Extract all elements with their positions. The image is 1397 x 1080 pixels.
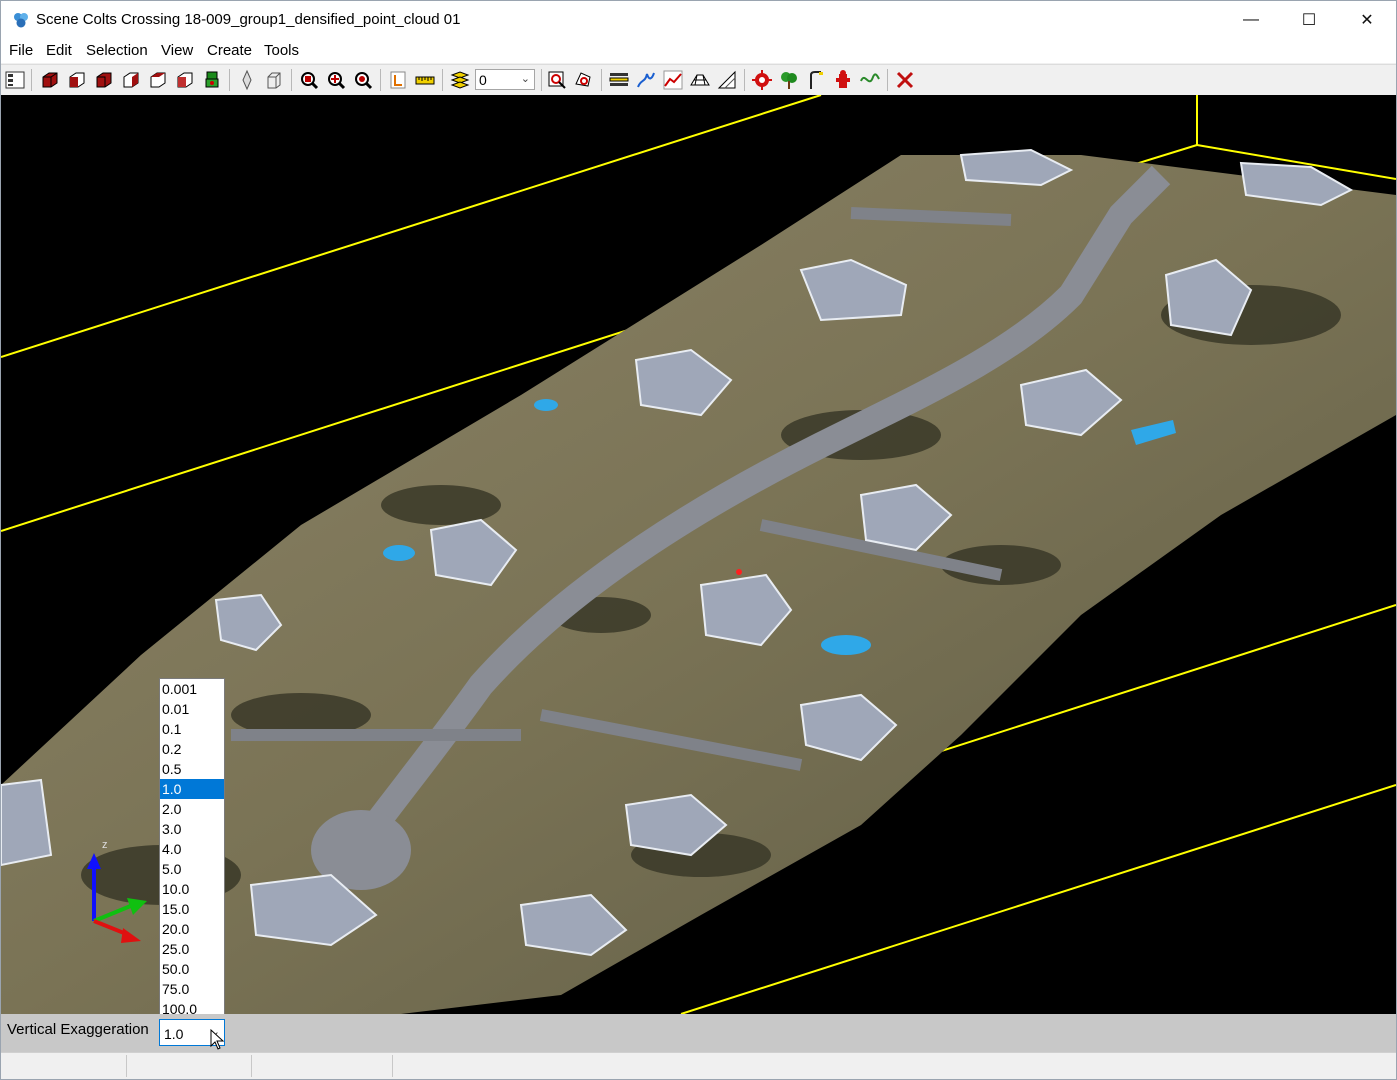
menu-view[interactable]: View	[161, 42, 193, 59]
mouse-cursor-icon	[210, 1029, 225, 1050]
robot-view-icon[interactable]	[201, 69, 223, 91]
exaggeration-option[interactable]: 75.0	[160, 979, 224, 999]
zoom-extents-icon[interactable]	[325, 69, 347, 91]
vertical-exaggeration-label: Vertical Exaggeration	[7, 1021, 149, 1038]
exaggeration-option[interactable]: 0.1	[160, 719, 224, 739]
axis-z-label: z	[102, 839, 108, 851]
menu-bar: File Edit Selection View Create Tools	[1, 39, 1396, 63]
measure-point-icon[interactable]	[387, 69, 409, 91]
view-top-icon[interactable]	[39, 69, 61, 91]
cross-section-icon[interactable]	[662, 69, 684, 91]
toolbar: 0 ⌄	[1, 64, 1396, 96]
exaggeration-option[interactable]: 0.5	[160, 759, 224, 779]
menu-selection[interactable]: Selection	[86, 42, 148, 59]
select-window-icon[interactable]	[546, 69, 568, 91]
status-pane	[1, 1055, 127, 1077]
scene-tree-icon[interactable]	[4, 69, 26, 91]
exaggeration-option[interactable]: 0.01	[160, 699, 224, 719]
exaggeration-option[interactable]: 0.001	[160, 679, 224, 699]
exaggeration-option[interactable]: 4.0	[160, 839, 224, 859]
slope-icon[interactable]	[716, 69, 738, 91]
menu-tools[interactable]: Tools	[264, 42, 299, 59]
line-icon[interactable]	[859, 69, 881, 91]
zoom-target-icon[interactable]	[352, 69, 374, 91]
exaggeration-option[interactable]: 50.0	[160, 959, 224, 979]
tree-icon[interactable]	[778, 69, 800, 91]
target-icon[interactable]	[751, 69, 773, 91]
menu-create[interactable]: Create	[207, 42, 252, 59]
layer-combo[interactable]: 0 ⌄	[475, 69, 535, 90]
exaggeration-option[interactable]: 5.0	[160, 859, 224, 879]
contour-icon[interactable]	[635, 69, 657, 91]
select-polygon-icon[interactable]	[573, 69, 595, 91]
window-title: Scene Colts Crossing 18-009_group1_densi…	[36, 11, 461, 28]
exaggeration-option[interactable]: 20.0	[160, 919, 224, 939]
exaggeration-option[interactable]: 2.0	[160, 799, 224, 819]
zoom-window-icon[interactable]	[298, 69, 320, 91]
pole-icon[interactable]	[805, 69, 827, 91]
minimize-button[interactable]: —	[1222, 1, 1280, 39]
layers-icon[interactable]	[449, 69, 471, 91]
pan-icon[interactable]	[263, 69, 285, 91]
menu-edit[interactable]: Edit	[46, 42, 72, 59]
exaggeration-option[interactable]: 3.0	[160, 819, 224, 839]
menu-file[interactable]: File	[9, 42, 33, 59]
measure-ruler-icon[interactable]	[414, 69, 436, 91]
exaggeration-option[interactable]: 10.0	[160, 879, 224, 899]
orbit-icon[interactable]	[236, 69, 258, 91]
view-left-icon[interactable]	[147, 69, 169, 91]
maximize-button[interactable]: ☐	[1280, 1, 1338, 39]
app-window: Scene Colts Crossing 18-009_group1_densi…	[0, 0, 1397, 1080]
close-button[interactable]: ✕	[1338, 1, 1396, 39]
view-back-icon[interactable]	[120, 69, 142, 91]
exaggeration-option[interactable]: 15.0	[160, 899, 224, 919]
status-pane	[127, 1055, 252, 1077]
status-bar	[1, 1052, 1396, 1079]
exaggeration-option[interactable]: 25.0	[160, 939, 224, 959]
view-iso-icon[interactable]	[174, 69, 196, 91]
status-pane	[252, 1055, 393, 1077]
view-right-icon[interactable]	[93, 69, 115, 91]
app-icon	[14, 13, 28, 28]
marker	[736, 569, 742, 575]
hydrant-icon[interactable]	[832, 69, 854, 91]
delete-icon[interactable]	[894, 69, 916, 91]
view-front-icon[interactable]	[66, 69, 88, 91]
exaggeration-option[interactable]: 0.2	[160, 739, 224, 759]
layer-combo-value: 0	[479, 72, 487, 88]
title-bar: Scene Colts Crossing 18-009_group1_densi…	[1, 1, 1396, 39]
chevron-down-icon: ⌄	[520, 73, 530, 85]
vertical-exaggeration-value: 1.0	[164, 1026, 184, 1042]
exaggeration-dropdown-list[interactable]: 0.001 0.01 0.1 0.2 0.5 1.0 2.0 3.0 4.0 5…	[159, 678, 225, 1018]
surface-icon[interactable]	[689, 69, 711, 91]
exaggeration-option-selected[interactable]: 1.0	[160, 779, 224, 799]
profile-icon[interactable]	[608, 69, 630, 91]
